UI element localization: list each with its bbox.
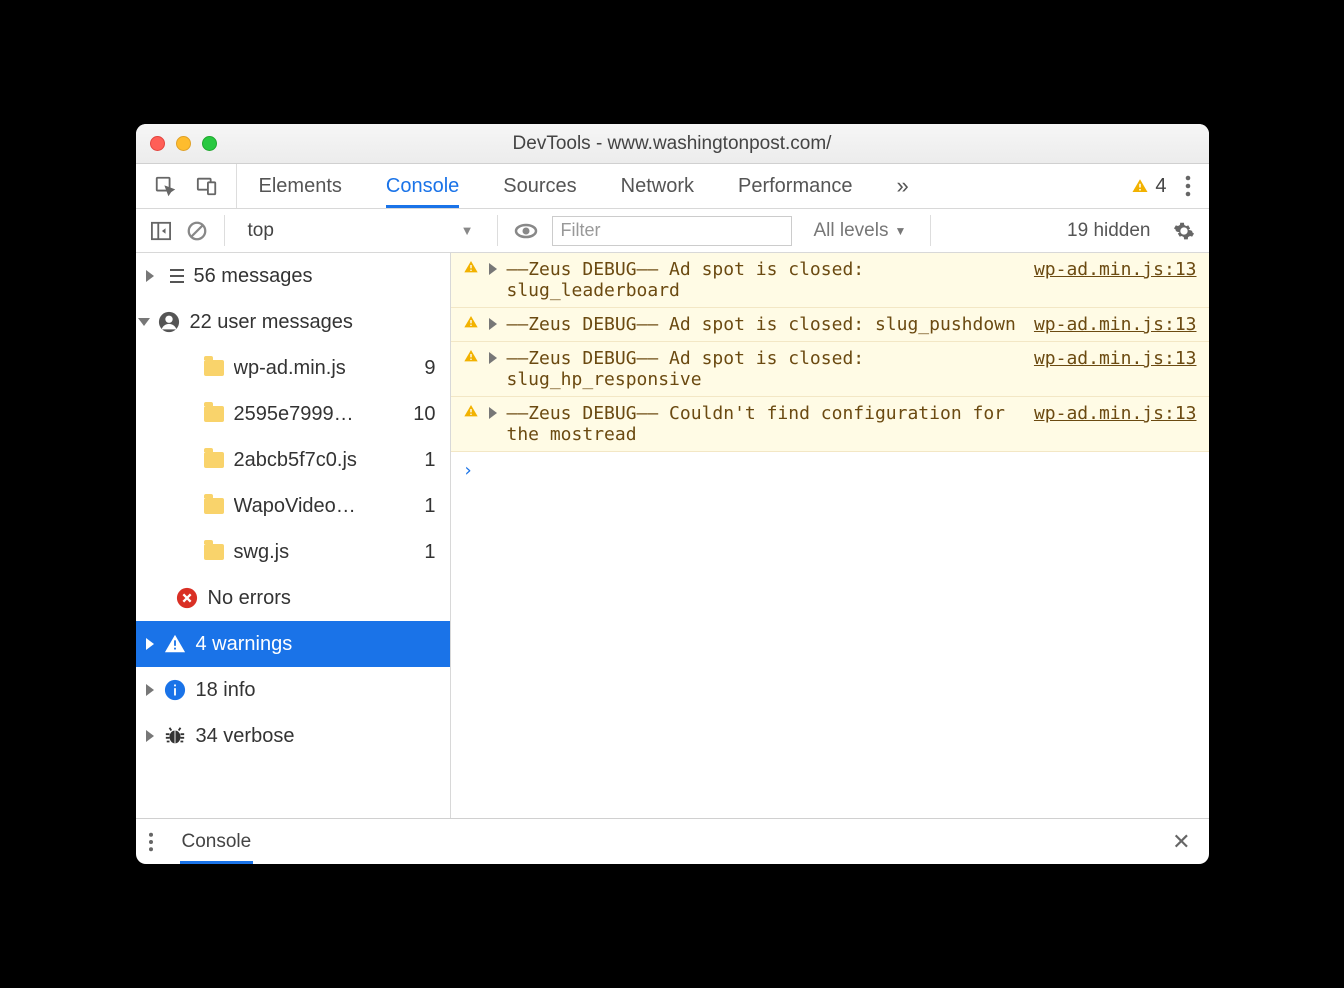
user-icon [158, 311, 180, 333]
drawer-tab-console[interactable]: Console [166, 819, 268, 864]
expand-caret-icon[interactable] [489, 263, 497, 275]
warnings-count-value: 4 [1155, 175, 1166, 198]
log-levels-selector[interactable]: All levels ▼ [806, 220, 915, 242]
sidebar-file-item[interactable]: 2595e7999… 10 [136, 391, 450, 437]
tab-console[interactable]: Console [364, 164, 481, 208]
filter-input[interactable] [552, 216, 792, 246]
console-sidebar: 56 messages 22 user messages wp-ad.min.j… [136, 253, 451, 818]
console-toolbar: top ▼ All levels ▼ 19 hidden [136, 209, 1209, 253]
kebab-menu-icon[interactable] [1185, 175, 1191, 197]
folder-icon [204, 360, 224, 376]
warning-icon [1131, 177, 1149, 195]
sidebar-file-item[interactable]: WapoVideo… 1 [136, 483, 450, 529]
close-icon: ✕ [1172, 829, 1190, 854]
console-messages: ––Zeus DEBUG–– Ad spot is closed: slug_l… [451, 253, 1209, 818]
console-message[interactable]: ––Zeus DEBUG–– Ad spot is closed: slug_l… [451, 253, 1209, 308]
source-link[interactable]: wp-ad.min.js:13 [1034, 403, 1197, 424]
tab-sources[interactable]: Sources [481, 164, 598, 208]
expand-caret-icon[interactable] [489, 352, 497, 364]
folder-icon [204, 452, 224, 468]
info-icon [164, 679, 186, 701]
hidden-messages-label[interactable]: 19 hidden [1059, 220, 1158, 242]
tab-network[interactable]: Network [599, 164, 716, 208]
sidebar-messages-group[interactable]: 56 messages [136, 253, 450, 299]
titlebar[interactable]: DevTools - www.washingtonpost.com/ [136, 124, 1209, 164]
warning-icon [463, 403, 479, 419]
sidebar-warnings-group[interactable]: 4 warnings [136, 621, 450, 667]
live-expression-icon[interactable] [514, 219, 538, 243]
folder-icon [204, 544, 224, 560]
panel-tabs: Elements Console Sources Network Perform… [136, 164, 1209, 209]
context-label: top [248, 220, 274, 242]
source-link[interactable]: wp-ad.min.js:13 [1034, 348, 1197, 369]
prompt-caret-icon: › [463, 460, 474, 481]
error-icon [176, 587, 198, 609]
sidebar-info-group[interactable]: 18 info [136, 667, 450, 713]
inspect-element-icon[interactable] [154, 175, 176, 197]
console-message[interactable]: ––Zeus DEBUG–– Ad spot is closed: slug_p… [451, 308, 1209, 342]
toggle-sidebar-icon[interactable] [150, 221, 172, 241]
folder-icon [204, 406, 224, 422]
dropdown-icon: ▼ [461, 223, 474, 238]
dropdown-icon: ▼ [894, 224, 906, 238]
console-message[interactable]: ––Zeus DEBUG–– Couldn't find configurati… [451, 397, 1209, 452]
bug-icon [164, 725, 186, 747]
sidebar-errors-group[interactable]: No errors [136, 575, 450, 621]
clear-console-icon[interactable] [186, 220, 208, 242]
device-toolbar-icon[interactable] [196, 175, 218, 197]
warning-icon [164, 633, 186, 655]
sidebar-file-item[interactable]: wp-ad.min.js 9 [136, 345, 450, 391]
tab-performance[interactable]: Performance [716, 164, 875, 208]
devtools-window: DevTools - www.washingtonpost.com/ Eleme… [136, 124, 1209, 864]
close-drawer-button[interactable]: ✕ [1154, 829, 1208, 855]
warnings-count-badge[interactable]: 4 [1131, 175, 1166, 198]
list-icon [164, 268, 184, 284]
console-body: 56 messages 22 user messages wp-ad.min.j… [136, 253, 1209, 818]
sidebar-file-item[interactable]: swg.js 1 [136, 529, 450, 575]
warning-icon [463, 348, 479, 364]
source-link[interactable]: wp-ad.min.js:13 [1034, 259, 1197, 280]
tabs-overflow-button[interactable]: » [875, 164, 931, 208]
console-prompt[interactable]: › [451, 452, 1209, 489]
sidebar-verbose-group[interactable]: 34 verbose [136, 713, 450, 759]
expand-caret-icon[interactable] [489, 318, 497, 330]
tab-elements[interactable]: Elements [237, 164, 364, 208]
console-message[interactable]: ––Zeus DEBUG–– Ad spot is closed: slug_h… [451, 342, 1209, 397]
window-title: DevTools - www.washingtonpost.com/ [136, 133, 1209, 155]
folder-icon [204, 498, 224, 514]
expand-caret-icon[interactable] [489, 407, 497, 419]
warning-icon [463, 259, 479, 275]
settings-gear-icon[interactable] [1173, 220, 1195, 242]
warning-icon [463, 314, 479, 330]
drawer: Console ✕ [136, 818, 1209, 864]
execution-context-selector[interactable]: top ▼ [241, 217, 481, 245]
source-link[interactable]: wp-ad.min.js:13 [1034, 314, 1197, 335]
sidebar-user-messages-group[interactable]: 22 user messages [136, 299, 450, 345]
sidebar-file-item[interactable]: 2abcb5f7c0.js 1 [136, 437, 450, 483]
kebab-menu-icon[interactable] [136, 832, 166, 852]
